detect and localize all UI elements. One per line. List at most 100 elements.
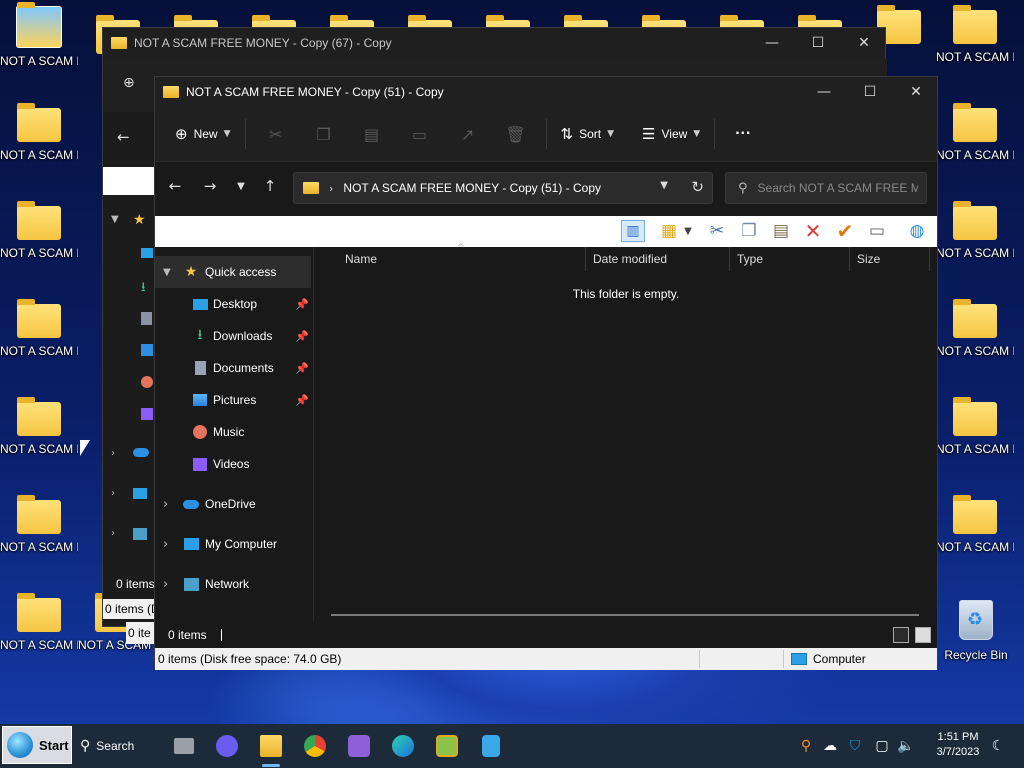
forward-arrow-icon[interactable]: → bbox=[198, 174, 222, 198]
address-bar[interactable]: › NOT A SCAM FREE MONEY - Copy (51) - Co… bbox=[293, 172, 713, 204]
copy-icon[interactable]: ❐ bbox=[737, 220, 761, 242]
pin-icon[interactable]: 📌 bbox=[295, 298, 309, 311]
chevron-right-icon[interactable]: › bbox=[111, 448, 115, 459]
chrome-button[interactable] bbox=[299, 730, 331, 762]
desktop-icon-folder[interactable]: NOT A SCAM FREE MON... bbox=[936, 4, 1014, 86]
edge-button[interactable] bbox=[387, 730, 419, 762]
desktop-icon-folder[interactable]: NOT A SCAM FREE MON... bbox=[936, 200, 1014, 282]
cut-icon[interactable]: ✂ bbox=[705, 220, 729, 242]
desktop-icon-folder[interactable]: NOT A SCAM FREE MONE... bbox=[0, 396, 78, 478]
task-view-button[interactable] bbox=[168, 730, 200, 762]
properties-icon[interactable]: ▭ bbox=[865, 220, 889, 242]
details-view-icon[interactable] bbox=[893, 627, 909, 643]
column-divider[interactable] bbox=[849, 247, 850, 271]
desktop-icon-folder[interactable]: NOT A SCAM FREE MONE... bbox=[936, 494, 1014, 576]
network-status-icon[interactable]: ▢ bbox=[872, 736, 892, 756]
column-divider[interactable] bbox=[729, 247, 730, 271]
nav-item-pictures[interactable]: Pictures 📌 bbox=[155, 384, 311, 416]
desktop-icon-folder[interactable]: NOT A SCAM FREE MONE... bbox=[0, 298, 78, 380]
desktop-icon-folder[interactable]: NOT A SCAM FREE MON... bbox=[0, 2, 78, 86]
desktop-icon-folder[interactable]: NOT A SCAM FREE MON... bbox=[936, 396, 1014, 478]
delete-icon[interactable]: ✕ bbox=[801, 219, 825, 243]
volume-icon[interactable]: 🔈 bbox=[896, 736, 916, 756]
desktop-icon-folder[interactable]: NOT A SCAM FREE MONE... bbox=[936, 298, 1014, 380]
column-header-date-modified[interactable]: Date modified bbox=[593, 247, 667, 271]
folder-options-icon[interactable]: ▦ bbox=[657, 220, 681, 242]
recycle-bin[interactable]: Recycle Bin bbox=[944, 596, 1008, 666]
desktop-icon-folder[interactable]: NOT A SCAM FREE MONE... bbox=[0, 200, 78, 282]
view-button[interactable]: ☰ View ▼ bbox=[634, 118, 708, 150]
desktop-icon-folder[interactable]: NOT A SCAM FREE MONE... bbox=[0, 102, 78, 184]
large-icons-view-icon[interactable] bbox=[915, 627, 931, 643]
close-button[interactable]: ✕ bbox=[841, 28, 887, 58]
minimize-button[interactable]: — bbox=[801, 77, 847, 107]
nav-item-desktop[interactable]: Desktop 📌 bbox=[155, 288, 311, 320]
paste-icon[interactable]: ▤ bbox=[348, 118, 396, 150]
chevron-down-icon[interactable]: ▼ bbox=[681, 220, 695, 242]
recent-locations-chevron-icon[interactable]: ▼ bbox=[229, 174, 253, 198]
preview-pane-icon[interactable]: ▥ bbox=[621, 220, 645, 242]
pane-splitter[interactable] bbox=[313, 247, 314, 621]
share-icon[interactable]: ↗ bbox=[444, 118, 492, 150]
address-dropdown-icon[interactable]: ▼ bbox=[660, 180, 668, 191]
add-icon[interactable]: ⊕ bbox=[123, 75, 135, 91]
nav-item-network[interactable]: › Network bbox=[155, 568, 311, 600]
refresh-icon[interactable]: ↻ bbox=[691, 178, 704, 196]
visual-studio-button[interactable] bbox=[343, 730, 375, 762]
chevron-right-icon[interactable]: › bbox=[163, 537, 168, 552]
nav-item-music[interactable]: Music bbox=[155, 416, 311, 448]
more-options-button[interactable]: ··· bbox=[727, 118, 759, 150]
security-shield-icon[interactable]: ⛉ bbox=[845, 736, 865, 756]
minimize-button[interactable]: — bbox=[749, 28, 795, 58]
maximize-button[interactable]: ☐ bbox=[847, 77, 893, 107]
search-tool-icon[interactable]: ⚲ bbox=[796, 736, 816, 756]
pin-icon[interactable]: 📌 bbox=[295, 330, 309, 343]
search-box[interactable]: ⚲ bbox=[725, 172, 927, 204]
chevron-right-icon[interactable]: › bbox=[163, 577, 168, 592]
paste-icon[interactable]: ▤ bbox=[769, 220, 793, 242]
title-bar[interactable]: NOT A SCAM FREE MONEY - Copy (51) - Copy… bbox=[155, 77, 937, 107]
chevron-down-icon[interactable]: ▼ bbox=[163, 267, 171, 278]
chevron-right-icon[interactable]: › bbox=[163, 497, 168, 512]
explorer-window[interactable]: NOT A SCAM FREE MONEY - Copy (51) - Copy… bbox=[154, 76, 938, 670]
new-button[interactable]: ⊕ New ▼ bbox=[167, 118, 239, 150]
checkmark-icon[interactable]: ✔ bbox=[833, 219, 857, 243]
column-divider[interactable] bbox=[585, 247, 586, 271]
clock[interactable]: 1:51 PM 3/7/2023 bbox=[930, 730, 986, 760]
nav-item-my-computer[interactable]: › My Computer bbox=[155, 528, 311, 560]
delete-icon[interactable]: 🗑 bbox=[492, 118, 540, 150]
globe-icon[interactable]: ◍ bbox=[905, 220, 929, 242]
cut-icon[interactable]: ✂ bbox=[252, 118, 300, 150]
chevron-down-icon[interactable]: ▼ bbox=[111, 214, 119, 225]
nav-item-videos[interactable]: Videos bbox=[155, 448, 311, 480]
column-header-size[interactable]: Size bbox=[857, 247, 880, 271]
onedrive-offline-icon[interactable]: ☁ bbox=[820, 736, 840, 756]
game-app-button[interactable] bbox=[431, 730, 463, 762]
notepad-button[interactable] bbox=[475, 730, 507, 762]
search-input[interactable] bbox=[757, 181, 918, 195]
up-arrow-icon[interactable]: ↑ bbox=[258, 174, 282, 198]
chevron-right-icon[interactable]: › bbox=[111, 488, 115, 499]
desktop-icon-folder[interactable]: NOT A SCAM FREE MONE... bbox=[0, 592, 78, 674]
search-button[interactable]: ⚲ Search bbox=[80, 734, 134, 758]
desktop-icon-folder[interactable]: NOT A SCAM FREE MONE... bbox=[936, 102, 1014, 184]
sort-button[interactable]: ⇅ Sort ▼ bbox=[553, 118, 623, 150]
file-list[interactable]: ^ Name Date modified Type Size This fold… bbox=[315, 243, 937, 621]
chevron-right-icon[interactable]: › bbox=[111, 528, 115, 539]
nav-item-quick-access[interactable]: ▼ ★ Quick access bbox=[155, 256, 311, 288]
copy-icon[interactable]: ❐ bbox=[300, 118, 348, 150]
focus-assist-icon[interactable]: ☾ bbox=[988, 736, 1008, 756]
column-header-name[interactable]: Name bbox=[345, 247, 377, 271]
start-button[interactable]: Start bbox=[2, 726, 72, 764]
title-bar[interactable]: NOT A SCAM FREE MONEY - Copy (67) - Copy… bbox=[103, 28, 885, 58]
close-button[interactable]: ✕ bbox=[893, 77, 939, 107]
file-explorer-button[interactable] bbox=[255, 730, 287, 762]
maximize-button[interactable]: ☐ bbox=[795, 28, 841, 58]
column-divider[interactable] bbox=[929, 247, 930, 271]
back-arrow-icon[interactable]: ← bbox=[117, 128, 130, 146]
nav-item-documents[interactable]: Documents 📌 bbox=[155, 352, 311, 384]
nav-item-onedrive[interactable]: › OneDrive bbox=[155, 488, 311, 520]
pin-icon[interactable]: 📌 bbox=[295, 394, 309, 407]
horizontal-scrollbar[interactable] bbox=[331, 614, 919, 616]
column-header-type[interactable]: Type bbox=[737, 247, 763, 271]
